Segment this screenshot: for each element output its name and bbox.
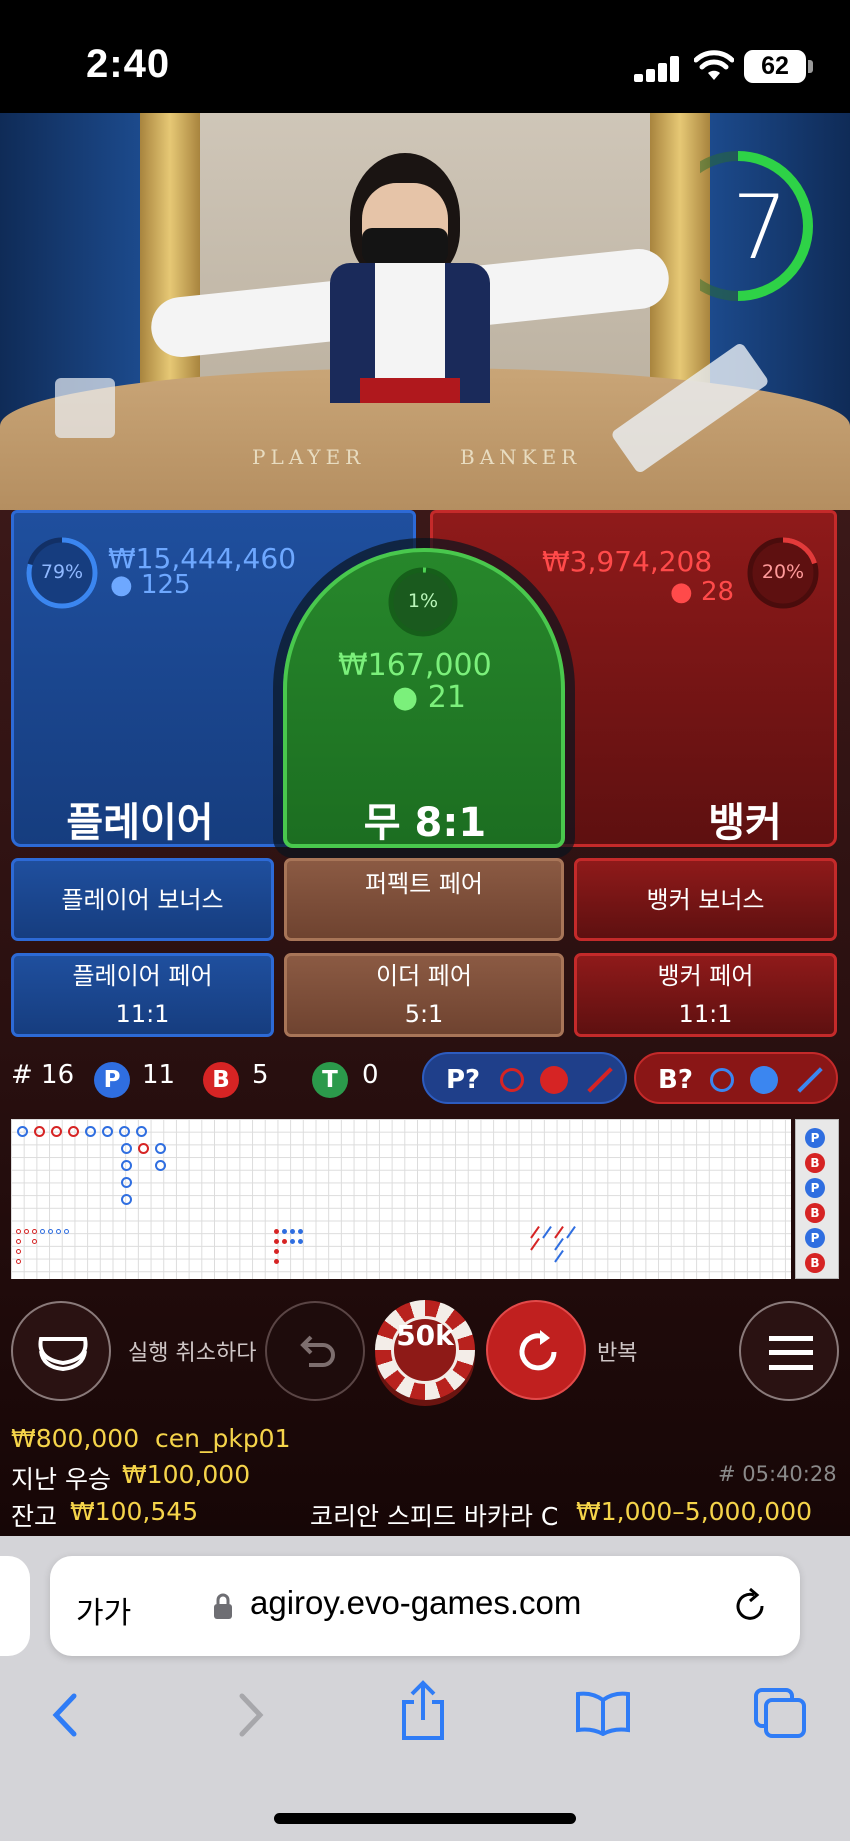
table-name: 코리안 스피드 바카라 C bbox=[310, 1502, 559, 1531]
undo-label: 실행 취소하다 bbox=[128, 1341, 257, 1366]
banker-total-amount: ₩3,974,208 bbox=[542, 545, 713, 578]
predict-dot-icon bbox=[540, 1066, 568, 1094]
player-pair-button[interactable]: 플레이어 페어 11:1 bbox=[11, 953, 274, 1037]
banker-bonus-label: 뱅커 보너스 bbox=[646, 885, 765, 914]
wifi-icon bbox=[694, 50, 734, 80]
tie-win-count: 0 bbox=[362, 1060, 379, 1090]
player-bonus-label: 플레이어 보너스 bbox=[61, 885, 224, 914]
predict-slash-icon bbox=[797, 1067, 823, 1093]
balance-label: 잔고 bbox=[11, 1502, 58, 1531]
player-bonus-button[interactable]: 플레이어 보너스 bbox=[11, 858, 274, 941]
previous-tab-preview[interactable] bbox=[0, 1556, 30, 1656]
banker-win-count: 5 bbox=[252, 1060, 269, 1090]
roadmap-side-panel[interactable]: P B P B P B bbox=[795, 1119, 839, 1279]
player-win-count: 11 bbox=[142, 1060, 176, 1090]
person-icon: ● bbox=[670, 577, 693, 607]
undo-icon bbox=[300, 1335, 335, 1367]
person-icon: ● bbox=[392, 680, 419, 715]
predict-dot-icon bbox=[750, 1066, 778, 1094]
share-icon[interactable] bbox=[398, 1680, 448, 1742]
repeat-label: 반복 bbox=[597, 1341, 638, 1366]
battery-icon: 62 bbox=[744, 50, 806, 83]
total-bet-amount: ₩800,000 bbox=[11, 1424, 140, 1453]
last-win-label: 지난 우승 bbox=[11, 1465, 111, 1494]
person-icon: ● bbox=[110, 570, 133, 600]
table-label-player: PLAYER bbox=[252, 445, 366, 469]
bookmarks-icon[interactable] bbox=[574, 1690, 632, 1736]
tie-bettor-number: 21 bbox=[427, 680, 466, 715]
banker-bonus-button[interactable]: 뱅커 보너스 bbox=[574, 858, 837, 941]
menu-icon bbox=[769, 1336, 813, 1370]
side-result-3: B bbox=[805, 1203, 825, 1223]
tie-total-amount: ₩167,000 bbox=[338, 648, 492, 683]
cellular-signal-icon bbox=[634, 56, 680, 82]
bet-limits: ₩1,000–5,000,000 bbox=[576, 1497, 813, 1526]
side-result-0: P bbox=[805, 1128, 825, 1148]
text-size-button[interactable]: 가가 bbox=[76, 1588, 131, 1632]
banker-predict-label: B? bbox=[658, 1065, 693, 1095]
perfect-pair-label: 퍼펙트 페어 bbox=[364, 870, 484, 898]
home-indicator bbox=[274, 1813, 576, 1824]
predict-ring-icon bbox=[500, 1068, 524, 1092]
player-bettor-number: 125 bbox=[140, 570, 191, 600]
either-pair-odds: 5:1 bbox=[404, 1000, 444, 1028]
banker-label: 뱅커 bbox=[708, 800, 782, 846]
predict-slash-icon bbox=[587, 1067, 613, 1093]
lock-icon bbox=[214, 1593, 232, 1619]
player-predict-label: P? bbox=[446, 1065, 481, 1095]
player-pair-label: 플레이어 페어 bbox=[72, 962, 213, 990]
balance-value: ₩100,545 bbox=[70, 1497, 199, 1526]
menu-button[interactable] bbox=[739, 1301, 839, 1401]
player-percent: 79% bbox=[40, 561, 84, 583]
side-result-5: B bbox=[805, 1253, 825, 1273]
player-predict-button[interactable]: P? bbox=[422, 1052, 627, 1104]
tabs-icon[interactable] bbox=[752, 1686, 808, 1740]
tie-label: 무 8:1 bbox=[363, 800, 487, 846]
tie-dot: T bbox=[312, 1062, 348, 1098]
banker-predict-button[interactable]: B? bbox=[634, 1052, 838, 1104]
undo-button[interactable] bbox=[265, 1301, 365, 1401]
side-result-1: B bbox=[805, 1153, 825, 1173]
tie-bettor-count: ● 21 bbox=[392, 680, 466, 715]
back-icon[interactable] bbox=[46, 1690, 86, 1740]
player-pair-odds: 11:1 bbox=[115, 1000, 170, 1028]
chip-value: 50k bbox=[391, 1316, 459, 1384]
roadmap-scoreboard[interactable] bbox=[11, 1119, 791, 1279]
countdown-timer: 7 bbox=[732, 176, 788, 279]
table-icon bbox=[38, 1337, 88, 1372]
last-win-value: ₩100,000 bbox=[122, 1460, 251, 1489]
dealer-figure bbox=[148, 153, 672, 423]
banker-bettor-number: 28 bbox=[700, 577, 735, 607]
banker-bettor-count: ● 28 bbox=[670, 577, 734, 607]
side-result-4: P bbox=[805, 1228, 825, 1248]
reload-icon[interactable] bbox=[730, 1586, 770, 1626]
battery-tip bbox=[808, 60, 813, 73]
banker-dot: B bbox=[203, 1062, 239, 1098]
game-id: # 05:40:28 bbox=[718, 1462, 837, 1486]
player-label: 플레이어 bbox=[66, 800, 214, 846]
round-number: # 16 bbox=[11, 1060, 75, 1090]
tie-percent: 1% bbox=[407, 590, 439, 612]
status-time: 2:40 bbox=[86, 42, 171, 86]
banker-pair-label: 뱅커 페어 bbox=[657, 962, 754, 990]
table-view-button[interactable] bbox=[11, 1301, 111, 1401]
table-label-banker: BANKER bbox=[460, 445, 582, 469]
player-bettor-count: ● 125 bbox=[110, 570, 191, 600]
banker-pair-odds: 11:1 bbox=[678, 1000, 733, 1028]
player-dot: P bbox=[94, 1062, 130, 1098]
side-result-2: P bbox=[805, 1178, 825, 1198]
address-bar[interactable]: 가가 agiroy.evo-games.com bbox=[50, 1556, 800, 1656]
forward-icon[interactable] bbox=[230, 1690, 270, 1740]
banker-pair-button[interactable]: 뱅커 페어 11:1 bbox=[574, 953, 837, 1037]
either-pair-label: 이더 페어 bbox=[376, 962, 472, 990]
perfect-pair-button[interactable]: 퍼펙트 페어 bbox=[284, 858, 564, 941]
repeat-button[interactable] bbox=[486, 1300, 586, 1400]
predict-ring-icon bbox=[710, 1068, 734, 1092]
chip-selector[interactable]: 50k bbox=[375, 1300, 475, 1400]
url-text: agiroy.evo-games.com bbox=[250, 1584, 582, 1621]
username: cen_pkp01 bbox=[155, 1424, 291, 1453]
either-pair-button[interactable]: 이더 페어 5:1 bbox=[284, 953, 564, 1037]
banker-percent: 20% bbox=[761, 561, 805, 583]
repeat-icon bbox=[519, 1330, 557, 1371]
